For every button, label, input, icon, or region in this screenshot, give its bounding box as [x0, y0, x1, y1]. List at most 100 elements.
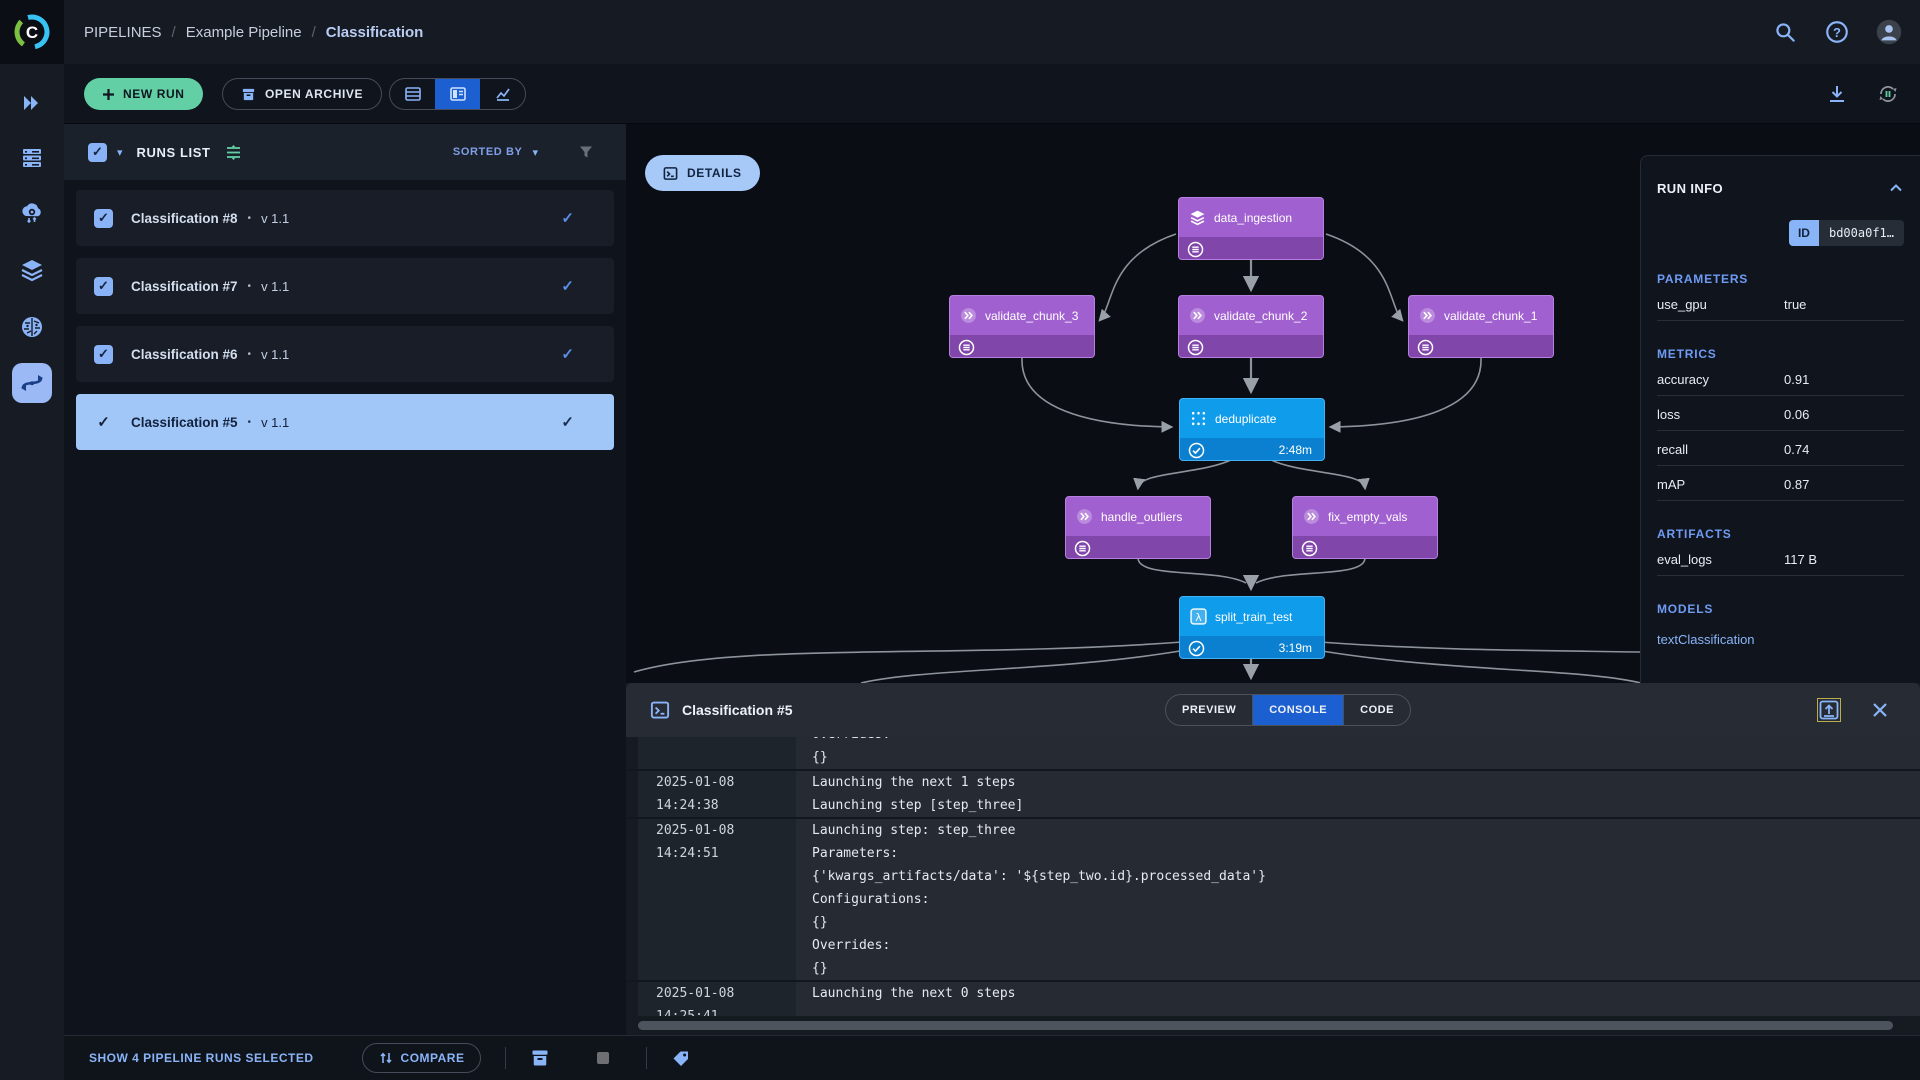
run-name: Classification #7	[131, 279, 238, 294]
details-button[interactable]: DETAILS	[645, 155, 760, 191]
avatar[interactable]	[1876, 19, 1902, 45]
runs-list-items: ✓Classification #8•v 1.1✓✓Classification…	[76, 190, 614, 462]
nav-datasets[interactable]	[12, 250, 52, 290]
pipelines-icon	[19, 370, 45, 396]
compare-button[interactable]: COMPARE	[362, 1043, 482, 1073]
split-view-toggle[interactable]	[435, 79, 480, 109]
nav-workers[interactable]	[12, 138, 52, 178]
search-icon[interactable]	[1772, 19, 1798, 45]
download-icon[interactable]	[1826, 83, 1848, 105]
pipeline-step-data_ingestion[interactable]: data_ingestion	[1178, 197, 1324, 260]
node-label: fix_empty_vals	[1328, 510, 1407, 524]
table-view-toggle[interactable]	[390, 79, 435, 109]
node-header: fix_empty_vals	[1293, 497, 1437, 536]
pipeline-step-validate_chunk_2[interactable]: validate_chunk_2	[1178, 295, 1324, 358]
tab-console[interactable]: CONSOLE	[1252, 695, 1343, 725]
pipeline-step-handle_outliers[interactable]: handle_outliers	[1065, 496, 1211, 559]
nav-models[interactable]	[12, 307, 52, 347]
node-status-bar	[1179, 237, 1323, 260]
filter-funnel-icon[interactable]	[578, 144, 594, 160]
breadcrumb-project[interactable]: Example Pipeline	[186, 24, 302, 41]
datasets-layers-icon	[19, 257, 45, 283]
model-link[interactable]: textClassification	[1657, 632, 1904, 647]
log-row: 2025-01-08 14:24:51Launching step: step_…	[626, 817, 1920, 980]
node-label: deduplicate	[1215, 412, 1276, 426]
row-checkbox[interactable]: ✓	[94, 209, 113, 228]
breadcrumb-separator: /	[172, 24, 176, 41]
run-name: Classification #8	[131, 211, 238, 226]
node-header: validate_chunk_2	[1179, 296, 1323, 335]
row-checkbox[interactable]: ✓	[94, 413, 113, 431]
scrollbar-thumb[interactable]	[638, 1021, 1893, 1030]
sorted-by-caret-icon[interactable]: ▾	[532, 146, 538, 159]
log-line: Overrides:	[812, 737, 1920, 746]
list-circle-icon	[1187, 339, 1204, 356]
popout-icon[interactable]	[1818, 699, 1840, 721]
row-checkbox[interactable]: ✓	[94, 277, 113, 296]
close-icon[interactable]	[1870, 700, 1890, 720]
pipeline-step-fix_empty_vals[interactable]: fix_empty_vals	[1292, 496, 1438, 559]
node-label: data_ingestion	[1214, 211, 1292, 225]
log-timestamp: 2025-01-08 14:25:41	[626, 982, 796, 1016]
models-brain-icon	[19, 314, 45, 340]
info-key: mAP	[1657, 477, 1784, 492]
run-list-item[interactable]: ✓Classification #5•v 1.1✓	[76, 394, 614, 450]
log-lines: Launching step: step_threeParameters:{'k…	[796, 819, 1920, 980]
collapse-chevron-up-icon[interactable]	[1888, 180, 1904, 196]
open-archive-button[interactable]: OPEN ARCHIVE	[222, 78, 382, 110]
pipeline-step-deduplicate[interactable]: deduplicate2:48m	[1179, 398, 1325, 461]
dataset-icon	[1189, 209, 1206, 226]
pipeline-step-validate_chunk_3[interactable]: validate_chunk_3	[949, 295, 1095, 358]
column-settings-icon[interactable]	[225, 144, 242, 161]
run-status-check-icon: ✓	[561, 277, 574, 295]
run-list-item[interactable]: ✓Classification #6•v 1.1✓	[76, 326, 614, 382]
log-row: 2025-01-08 14:25:41Launching the next 0 …	[626, 980, 1920, 1016]
archive-icon[interactable]	[530, 1048, 550, 1068]
toolbar: NEW RUN OPEN ARCHIVE	[64, 64, 1920, 124]
row-checkbox[interactable]: ✓	[94, 345, 113, 364]
tab-code[interactable]: CODE	[1343, 695, 1410, 725]
node-label: validate_chunk_1	[1444, 309, 1537, 323]
auto-refresh-icon[interactable]	[1876, 82, 1900, 106]
list-circle-icon	[1074, 540, 1091, 557]
run-version: v 1.1	[261, 279, 289, 294]
app-header: C PIPELINES / Example Pipeline / Classif…	[0, 0, 1920, 64]
metrics-view-toggle[interactable]	[480, 79, 525, 109]
terminal-icon	[663, 166, 678, 181]
new-run-button[interactable]: NEW RUN	[84, 78, 203, 110]
info-value: 0.91	[1784, 372, 1809, 387]
clearml-logo[interactable]: C	[0, 0, 64, 64]
run-info-titlebar[interactable]: RUN INFO	[1657, 156, 1904, 196]
tab-preview[interactable]: PREVIEW	[1166, 695, 1252, 725]
info-row: accuracy0.91	[1657, 363, 1904, 396]
console-log[interactable]: Overrides:{}2025-01-08 14:24:38Launching…	[626, 737, 1920, 1016]
run-status-check-icon: ✓	[561, 345, 574, 363]
nav-projects[interactable]	[12, 83, 52, 123]
log-timestamp: 2025-01-08 14:24:51	[626, 819, 796, 980]
view-toggle-group	[389, 78, 526, 110]
select-all-checkbox[interactable]: ✓	[88, 143, 107, 162]
log-line: Launching step: step_three	[812, 819, 1920, 842]
lambda-icon: λ	[1190, 608, 1207, 625]
info-row: loss0.06	[1657, 398, 1904, 431]
log-line: {}	[812, 911, 1920, 934]
console-horizontal-scrollbar	[626, 1016, 1920, 1035]
breadcrumb-pipelines[interactable]: PIPELINES	[84, 24, 162, 41]
run-id-badge[interactable]: ID bd00a0f1…	[1789, 220, 1904, 246]
pipeline-step-split_train_test[interactable]: λsplit_train_test3:19m	[1179, 596, 1325, 659]
abort-icon[interactable]	[594, 1049, 612, 1067]
run-list-item[interactable]: ✓Classification #8•v 1.1✓	[76, 190, 614, 246]
tag-icon[interactable]	[671, 1048, 691, 1068]
nav-pipelines[interactable]	[12, 363, 52, 403]
help-icon[interactable]: ?	[1824, 19, 1850, 45]
nav-data-management[interactable]	[12, 193, 52, 233]
run-list-item[interactable]: ✓Classification #7•v 1.1✓	[76, 258, 614, 314]
svg-text:λ: λ	[1195, 611, 1201, 624]
dotgrid-icon	[1190, 410, 1207, 427]
pipeline-step-validate_chunk_1[interactable]: validate_chunk_1	[1408, 295, 1554, 358]
sorted-by-label[interactable]: SORTED BY	[453, 146, 523, 158]
node-label: split_train_test	[1215, 610, 1292, 624]
select-all-caret-icon[interactable]: ▾	[117, 146, 123, 159]
console-panel: Classification #5 PREVIEWCONSOLECODE Ove…	[626, 683, 1920, 1035]
selection-status-text: SHOW 4 PIPELINE RUNS SELECTED	[89, 1051, 314, 1065]
